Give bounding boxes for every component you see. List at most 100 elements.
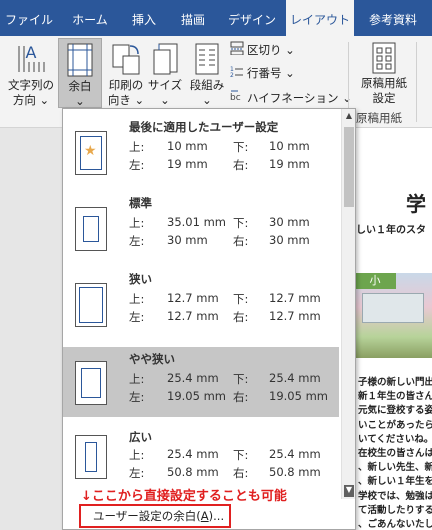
top-label: 上:: [129, 140, 145, 154]
margin-preset-moderate[interactable]: やや狭い 上: 25.4 mm 下: 25.4 mm 左: 19.05 mm 右…: [63, 347, 339, 417]
bottom-value: 25.4 mm: [269, 371, 321, 385]
tab-layout[interactable]: レイアウト: [286, 0, 354, 38]
body-line: て活動したりする: [358, 504, 432, 516]
right-label: 右:: [233, 158, 249, 172]
left-label: 左:: [129, 158, 145, 172]
scrollbar-thumb[interactable]: [344, 127, 354, 207]
right-label: 右:: [233, 310, 249, 324]
right-value: 30 mm: [269, 233, 310, 247]
genko-settings-button[interactable]: 原稿用紙 設定: [354, 42, 414, 105]
tab-draw[interactable]: 描画: [172, 0, 214, 36]
dropdown-scrollbar[interactable]: ▲ ▼: [341, 109, 355, 499]
left-label: 左:: [129, 466, 145, 480]
preset-name: やや狭い: [129, 352, 175, 366]
document-subtitle: しい１年のスタ: [356, 225, 426, 236]
bottom-value: 25.4 mm: [269, 447, 321, 461]
bottom-value: 10 mm: [269, 139, 310, 153]
document-title: 学: [406, 192, 426, 216]
text-direction-icon: A: [18, 43, 45, 72]
margin-preset-narrow[interactable]: 狭い 上: 12.7 mm 下: 12.7 mm 左: 12.7 mm 右: 1…: [63, 265, 339, 335]
top-label: 上:: [129, 292, 145, 306]
margin-preset-wide[interactable]: 広い 上: 25.4 mm 下: 25.4 mm 左: 50.8 mm 右: 5…: [63, 423, 339, 485]
scroll-up-icon[interactable]: ▲: [344, 111, 354, 123]
tab-references[interactable]: 参考資料: [362, 0, 424, 36]
top-value: 25.4 mm: [167, 447, 219, 461]
hyphenation-button[interactable]: bc ハイフネーション ⌄: [230, 88, 352, 108]
school-sign: 小: [354, 273, 396, 289]
right-value: 12.7 mm: [269, 309, 321, 323]
margins-button[interactable]: 余白 ⌄: [58, 38, 102, 108]
custom-margins-button[interactable]: ユーザー設定の余白(A)...: [79, 504, 231, 528]
top-label: 上:: [129, 448, 145, 462]
body-line: 在校生の皆さんは: [358, 448, 432, 460]
annotation-text: ↓ここから直接設定することも可能: [81, 489, 287, 504]
body-line: いことがあったら: [358, 419, 432, 431]
bottom-label: 下:: [233, 292, 249, 306]
genko-label: 原稿用紙: [361, 76, 407, 90]
preset-name: 最後に適用したユーザー設定: [129, 120, 279, 134]
columns-icon: [195, 43, 219, 75]
svg-text:bc: bc: [230, 93, 241, 103]
left-label: 左:: [129, 234, 145, 248]
preset-thumbnail-icon: ★: [75, 131, 107, 175]
genko-paper-icon: [372, 42, 396, 74]
bottom-label: 下:: [233, 448, 249, 462]
hyphenation-icon: bc: [230, 89, 244, 109]
preset-name: 狭い: [129, 272, 152, 286]
body-line: 新１年生の皆さん: [358, 391, 432, 403]
breaks-button[interactable]: 区切り ⌄: [230, 40, 295, 60]
school-photo[interactable]: 小: [354, 273, 432, 358]
line-numbers-label: 行番号 ⌄: [247, 66, 295, 80]
svg-text:A: A: [26, 43, 37, 62]
right-label: 右:: [233, 234, 249, 248]
bottom-value: 12.7 mm: [269, 291, 321, 305]
margins-chevron-icon: ⌄: [75, 94, 85, 108]
line-numbers-icon: 12: [230, 64, 244, 84]
preset-thumbnail-icon: [75, 283, 107, 327]
right-value: 19.05 mm: [269, 389, 328, 403]
size-chevron-icon: ⌄: [160, 93, 170, 107]
margins-label: 余白: [68, 79, 92, 93]
bottom-value: 30 mm: [269, 215, 310, 229]
top-value: 35.01 mm: [167, 215, 226, 229]
body-line: 、ごあんないたし: [358, 519, 432, 530]
tab-file[interactable]: ファイル: [4, 0, 54, 36]
right-label: 右:: [233, 390, 249, 404]
text-direction-button[interactable]: A 文字列の 方向 ⌄: [6, 42, 56, 120]
top-label: 上:: [129, 372, 145, 386]
right-value: 19 mm: [269, 157, 310, 171]
right-label: 右:: [233, 466, 249, 480]
margins-icon: [67, 43, 93, 77]
ribbon-tab-bar: ファイル ホーム 挿入 描画 デザイン レイアウト 参考資料: [0, 0, 432, 38]
body-line: いてくださいね。: [358, 433, 432, 445]
scroll-down-icon[interactable]: ▼: [344, 485, 354, 497]
margin-preset-standard[interactable]: 標準 上: 35.01 mm 下: 30 mm 左: 30 mm 右: 30 m…: [63, 189, 339, 259]
body-line: 子様の新しい門出: [358, 377, 432, 388]
left-label: 左:: [129, 390, 145, 404]
columns-chevron-icon: ⌄: [202, 93, 212, 107]
orientation-icon: [112, 44, 140, 75]
preset-name: 広い: [129, 430, 152, 444]
svg-text:2: 2: [230, 72, 234, 78]
bottom-label: 下:: [233, 140, 249, 154]
left-value: 19.05 mm: [167, 389, 226, 403]
top-value: 25.4 mm: [167, 371, 219, 385]
bottom-label: 下:: [233, 372, 249, 386]
left-value: 19 mm: [167, 157, 208, 171]
text-direction-label: 文字列の: [8, 78, 54, 92]
left-label: 左:: [129, 310, 145, 324]
body-line: 元気に登校する姿: [358, 405, 432, 417]
document-page[interactable]: 学 しい１年のスタ 小 子様の新しい門出 新１年生の皆さん 元気に登校する姿 い…: [354, 128, 432, 530]
tab-home[interactable]: ホーム: [64, 0, 116, 36]
preset-thumbnail-icon: [75, 207, 107, 251]
line-numbers-button[interactable]: 12 行番号 ⌄: [230, 63, 295, 83]
custom-margins-suffix: )...: [208, 509, 225, 523]
body-line: 学校では、勉強は: [358, 490, 432, 502]
margin-preset-last-custom[interactable]: ★ 最後に適用したユーザー設定 上: 10 mm 下: 10 mm 左: 19 …: [63, 113, 339, 183]
left-value: 50.8 mm: [167, 465, 219, 479]
top-value: 12.7 mm: [167, 291, 219, 305]
document-body: 子様の新しい門出 新１年生の皆さん 元気に登校する姿 いことがあったら いてくだ…: [358, 376, 432, 530]
margins-dropdown: ★ 最後に適用したユーザー設定 上: 10 mm 下: 10 mm 左: 19 …: [62, 108, 356, 530]
tab-design[interactable]: デザイン: [222, 0, 282, 36]
tab-insert[interactable]: 挿入: [124, 0, 164, 36]
